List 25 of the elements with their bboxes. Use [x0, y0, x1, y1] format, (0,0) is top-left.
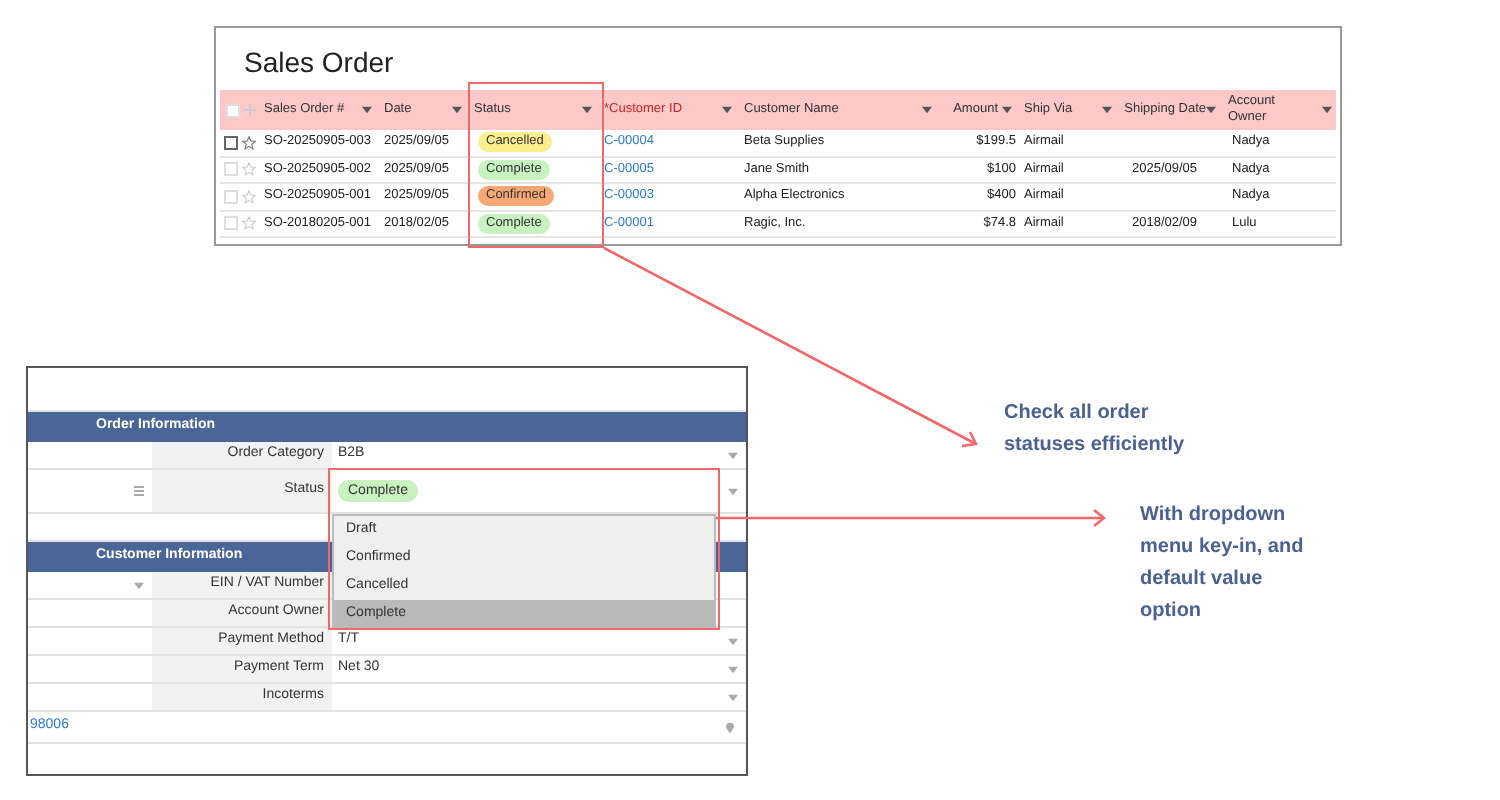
caret-icon[interactable] [922, 106, 932, 114]
caret-icon[interactable] [728, 665, 738, 673]
grip-icon[interactable] [134, 486, 144, 496]
caret-icon[interactable] [452, 106, 462, 114]
caret-icon[interactable] [134, 581, 144, 589]
caret-icon[interactable] [582, 106, 592, 114]
star-icon[interactable] [242, 189, 256, 204]
checkbox[interactable] [224, 135, 238, 150]
star-icon[interactable] [242, 135, 256, 150]
star-icon[interactable] [242, 216, 256, 231]
caret-icon[interactable] [1206, 106, 1216, 114]
callout-text: With dropdown menu key-in, and default value option [1140, 502, 1306, 626]
callout-text: Check all order statuses efficiently [1004, 400, 1187, 460]
page-title: Sales Order [242, 44, 394, 82]
caret-icon[interactable] [728, 693, 738, 701]
caret-icon[interactable] [728, 451, 738, 459]
caret-icon[interactable] [1102, 106, 1112, 114]
caret-icon[interactable] [722, 106, 732, 114]
star-icon[interactable] [242, 162, 256, 177]
caret-icon[interactable] [362, 106, 372, 114]
caret-icon[interactable] [728, 487, 738, 495]
caret-icon[interactable] [1322, 106, 1332, 114]
pin-icon [726, 721, 734, 733]
caret-icon[interactable] [1002, 106, 1012, 114]
caret-icon[interactable] [728, 637, 738, 645]
